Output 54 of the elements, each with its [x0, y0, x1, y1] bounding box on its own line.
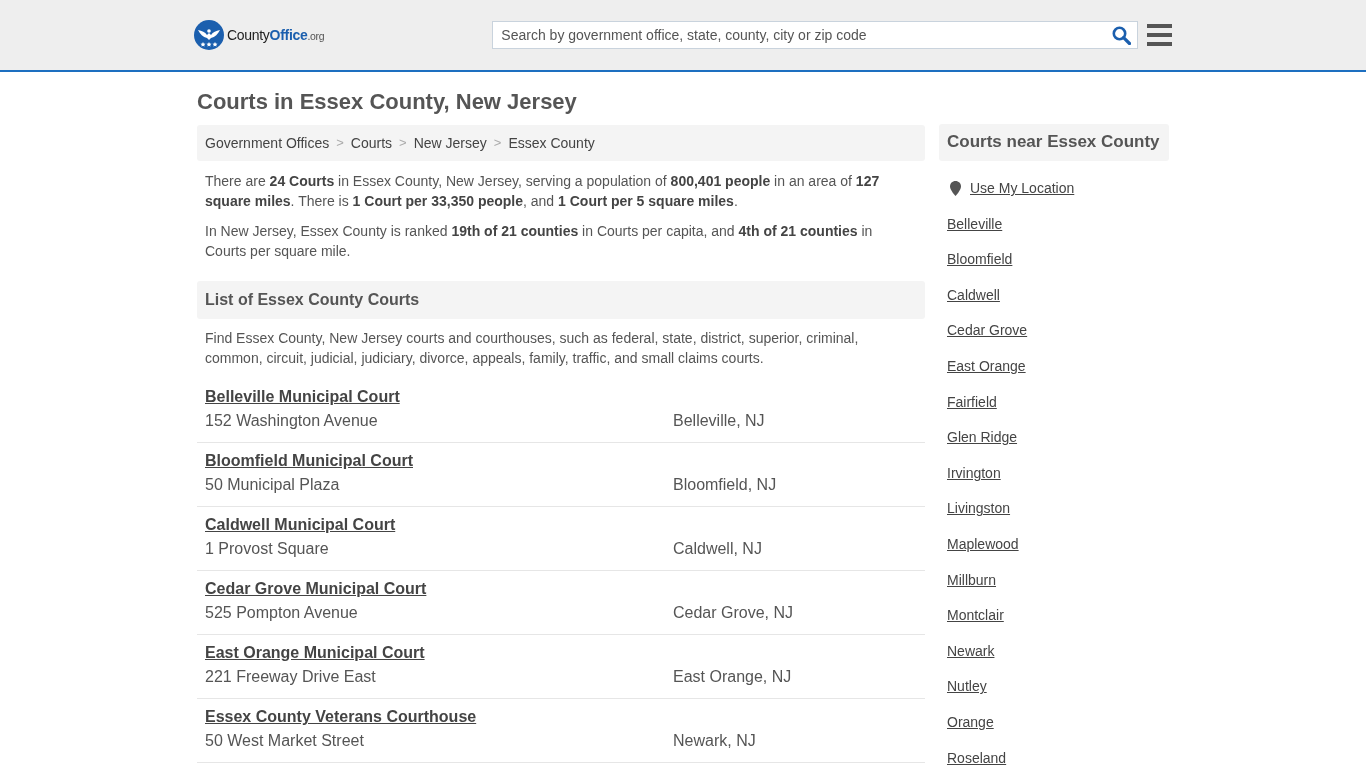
- court-city: Bloomfield, NJ: [673, 475, 777, 495]
- breadcrumb-separator: >: [336, 134, 344, 153]
- breadcrumb-link[interactable]: Essex County: [508, 132, 595, 154]
- court-name-link[interactable]: East Orange Municipal Court: [205, 644, 425, 661]
- nearby-city-link[interactable]: Newark: [947, 642, 995, 659]
- eagle-emblem-icon: [194, 20, 224, 50]
- court-city: Caldwell, NJ: [673, 539, 762, 559]
- map-pin-icon: [950, 180, 961, 196]
- breadcrumb-link[interactable]: Courts: [350, 132, 393, 154]
- court-name-link[interactable]: Essex County Veterans Courthouse: [205, 708, 477, 725]
- court-city: Belleville, NJ: [673, 411, 765, 431]
- court-address: 50 Municipal Plaza: [205, 476, 340, 493]
- section-heading: List of Essex County Courts: [197, 281, 925, 319]
- search-icon[interactable]: [1112, 26, 1132, 45]
- court-name-link[interactable]: Belleville Municipal Court: [205, 388, 400, 405]
- court-city: Newark, NJ: [673, 731, 756, 751]
- menu-icon[interactable]: [1147, 24, 1173, 46]
- nearby-city-link[interactable]: Caldwell: [947, 286, 1000, 303]
- nearby-city-link[interactable]: Cedar Grove: [947, 322, 1028, 339]
- summary-paragraph: There are 24 Courts in Essex County, New Jersey, serving a population of 800,401 people in an area of 127 square miles. There is 1 Court per 33,350 people, and 1 Court per 5 square miles.: [205, 172, 881, 211]
- nearby-city-link[interactable]: Livingston: [947, 500, 1011, 517]
- court-address: 152 Washington Avenue: [205, 412, 378, 429]
- court-address: 221 Freeway Drive East: [205, 668, 376, 685]
- page-title: Courts in Essex County, New Jersey: [197, 89, 578, 115]
- nearby-city-link[interactable]: Bloomfield: [947, 251, 1013, 268]
- court-address: 50 West Market Street: [205, 732, 364, 749]
- nearby-city-link[interactable]: Irvington: [947, 464, 1001, 481]
- nearby-city-link[interactable]: Orange: [947, 713, 994, 730]
- court-city: East Orange, NJ: [673, 667, 792, 687]
- nearby-city-link[interactable]: Glen Ridge: [947, 429, 1018, 446]
- court-address: 525 Pompton Avenue: [205, 604, 358, 621]
- nearby-city-link[interactable]: Millburn: [947, 571, 996, 588]
- use-location-link[interactable]: Use My Location: [970, 180, 1075, 196]
- court-city: Cedar Grove, NJ: [673, 603, 794, 623]
- section-intro: Find Essex County, New Jersey courts and courthouses, such as federal, state, district, superior, criminal, common, circuit, judicial, judiciary, divorce, appeals, family, traffic, and small claims courts.: [205, 329, 860, 368]
- nearby-city-link[interactable]: East Orange: [947, 357, 1026, 374]
- breadcrumb-link[interactable]: New Jersey: [413, 132, 487, 154]
- nearby-city-link[interactable]: Roseland: [947, 749, 1007, 766]
- breadcrumb-link[interactable]: Government Offices: [205, 132, 330, 154]
- court-name-link[interactable]: Caldwell Municipal Court: [205, 516, 396, 533]
- breadcrumb-separator: >: [399, 134, 407, 153]
- nearby-city-link[interactable]: Maplewood: [947, 535, 1019, 552]
- nearby-city-link[interactable]: Belleville: [947, 215, 1003, 232]
- court-address: 1 Provost Square: [205, 540, 329, 557]
- nearby-city-link[interactable]: Montclair: [947, 607, 1004, 624]
- search-field[interactable]: Search by government office, state, county, city or zip code: [492, 21, 1139, 49]
- nearby-city-link[interactable]: Fairfield: [947, 393, 997, 410]
- court-name-link[interactable]: Cedar Grove Municipal Court: [205, 580, 427, 597]
- site-logo[interactable]: CountyOffice.org: [194, 20, 325, 50]
- sidebar-heading: Courts near Essex County: [939, 124, 1169, 161]
- court-name-link[interactable]: Bloomfield Municipal Court: [205, 452, 413, 469]
- nearby-city-link[interactable]: Nutley: [947, 678, 987, 695]
- breadcrumb-separator: >: [493, 134, 502, 153]
- summary-paragraph: In New Jersey, Essex County is ranked 19th of 21 counties in Courts per capita, and 4th of 21 counties in Courts per square mile.: [205, 222, 874, 261]
